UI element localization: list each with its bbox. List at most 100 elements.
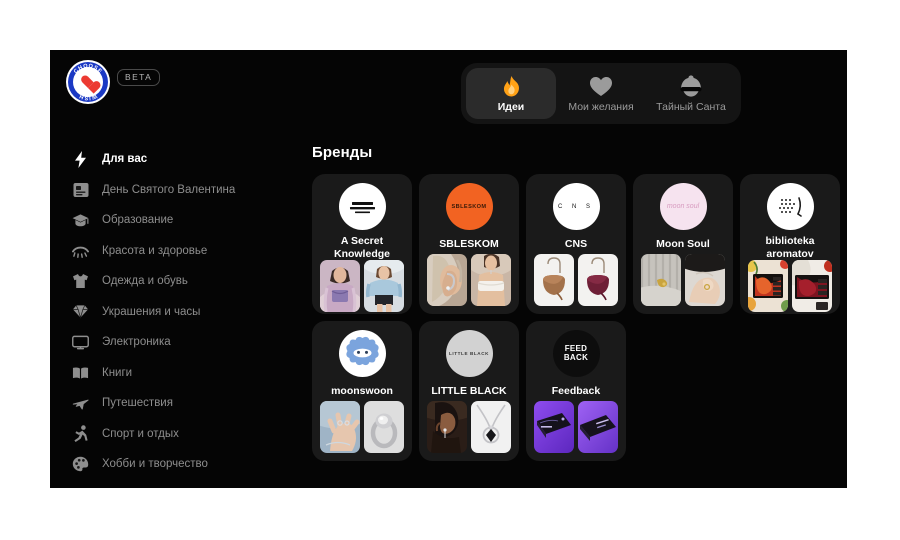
brand-logo-a-secret-knowledge bbox=[338, 183, 386, 230]
brand-name-moon-soul: Moon Soul bbox=[656, 238, 710, 251]
brand-logo-sbleskom: SBLESKOM bbox=[445, 183, 493, 230]
brand-thumbnails bbox=[320, 260, 404, 312]
sidebar-item-jewelry-watches[interactable]: Украшения и часы bbox=[64, 297, 294, 327]
brand-logo-feedback: FEED BACK bbox=[552, 330, 600, 377]
monitor-icon bbox=[72, 334, 89, 351]
sidebar-item-sports-recreation-label: Спорт и отдых bbox=[102, 427, 179, 440]
brand-logo-biblioteka-aromatov bbox=[766, 183, 814, 230]
thumbnail-perfume-flowers-collage[interactable] bbox=[748, 260, 788, 312]
brand-thumbnails bbox=[641, 254, 725, 306]
eyelash-icon bbox=[72, 242, 89, 259]
brand-card-moon-soul[interactable]: moon soul Moon Soul bbox=[633, 174, 733, 314]
sidebar-item-travel-label: Путешествия bbox=[102, 397, 173, 409]
gem-icon bbox=[72, 303, 89, 320]
brand-card-little-black[interactable]: LITTLE BLACK LITTLE BLACK bbox=[419, 321, 519, 461]
brand-thumbnails bbox=[534, 401, 618, 453]
app-window: CHOOSE WISH BETA Идеи Мои желания Тайный… bbox=[50, 50, 847, 488]
brand-logo-moonswoon bbox=[338, 330, 386, 377]
flame-icon bbox=[501, 75, 522, 98]
main-tabbar: Идеи Мои желания Тайный Санта bbox=[461, 63, 741, 124]
main-content: Бренды A Secret Knowledge SBLESKOM SBLES… bbox=[312, 144, 841, 461]
thumbnail-silver-ring[interactable] bbox=[364, 401, 404, 453]
palette-icon bbox=[72, 456, 89, 473]
brand-thumbnails bbox=[748, 260, 832, 312]
sidebar-item-electronics-label: Электроника bbox=[102, 336, 171, 348]
beta-badge: BETA bbox=[117, 69, 161, 86]
heart-logo-icon bbox=[81, 76, 96, 89]
thumbnail-ear-cuff-jewelry[interactable] bbox=[427, 254, 467, 306]
brand-card-sbleskom[interactable]: SBLESKOM SBLESKOM bbox=[419, 174, 519, 314]
brand-card-biblioteka-aromatov[interactable]: biblioteka aromatov bbox=[740, 174, 840, 314]
brand-logo-moon-soul: moon soul bbox=[659, 183, 707, 230]
brand-card-a-secret-knowledge[interactable]: A Secret Knowledge bbox=[312, 174, 412, 314]
thumbnail-hand-with-jewelry[interactable] bbox=[320, 401, 360, 453]
sidebar-item-for-you-label: Для вас bbox=[102, 153, 148, 165]
sidebar-item-travel[interactable]: Путешествия bbox=[64, 388, 294, 418]
brand-name-cns: CNS bbox=[564, 238, 588, 251]
logo-ring bbox=[68, 62, 108, 102]
thumbnail-woman-in-lilac-top[interactable] bbox=[320, 260, 360, 312]
sidebar-item-valentines-day[interactable]: День Святого Валентина bbox=[64, 175, 294, 205]
tshirt-icon bbox=[72, 273, 89, 290]
thumbnail-dark-card-purple-bg-2[interactable] bbox=[578, 401, 618, 453]
lightning-bolt-icon bbox=[72, 150, 89, 168]
thumbnail-woman-profile-earring[interactable] bbox=[427, 401, 467, 453]
brand-name-moonswoon: moonswoon bbox=[331, 385, 393, 398]
book-icon bbox=[72, 364, 89, 381]
brand-logo-text-cns: C N S bbox=[557, 203, 594, 210]
card-icon bbox=[72, 181, 89, 198]
brand-name-feedback: Feedback bbox=[551, 385, 601, 398]
brand-logo-text-feedback: FEED BACK bbox=[563, 344, 589, 362]
sidebar-item-beauty-health[interactable]: Красота и здоровье bbox=[64, 236, 294, 266]
sidebar: Для вас День Святого Валентина Образован… bbox=[64, 144, 294, 480]
tab-my-wishes[interactable]: Мои желания bbox=[556, 68, 646, 119]
sidebar-item-for-you[interactable]: Для вас bbox=[64, 144, 294, 174]
sidebar-item-clothing-shoes[interactable]: Одежда и обувь bbox=[64, 266, 294, 296]
thumbnail-hand-with-ring[interactable] bbox=[685, 254, 725, 306]
sidebar-item-hobbies-crafts[interactable]: Хобби и творчество bbox=[64, 449, 294, 479]
brand-logo-little-black: LITTLE BLACK bbox=[445, 330, 493, 377]
sidebar-item-valentines-day-label: День Святого Валентина bbox=[102, 183, 236, 196]
thumbnail-woman-in-blue-hoodie[interactable] bbox=[364, 260, 404, 312]
sidebar-item-electronics[interactable]: Электроника bbox=[64, 327, 294, 357]
thumbnail-gold-pin-on-knit[interactable] bbox=[641, 254, 681, 306]
thumbnail-brown-handbag[interactable] bbox=[534, 254, 574, 306]
brand-card-feedback[interactable]: FEED BACK Feedback bbox=[526, 321, 626, 461]
tab-ideas[interactable]: Идеи bbox=[466, 68, 556, 119]
thumbnail-perfume-red-collage[interactable] bbox=[792, 260, 832, 312]
sidebar-item-jewelry-watches-label: Украшения и часы bbox=[102, 305, 201, 318]
thumbnail-woman-in-white-top[interactable] bbox=[471, 254, 511, 306]
brand-card-cns[interactable]: C N S CNS bbox=[526, 174, 626, 314]
sidebar-item-clothing-shoes-label: Одежда и обувь bbox=[102, 275, 188, 287]
brand-name-a-secret-knowledge: A Secret Knowledge bbox=[333, 235, 390, 260]
page-title: Бренды bbox=[312, 144, 373, 161]
brand-thumbnails bbox=[427, 254, 511, 306]
tab-ideas-label: Идеи bbox=[497, 100, 525, 113]
tab-my-wishes-label: Мои желания bbox=[568, 100, 634, 113]
header: CHOOSE WISH BETA Идеи Мои желания Тайный… bbox=[50, 50, 847, 128]
runner-icon bbox=[72, 425, 89, 442]
santa-hat-icon bbox=[678, 74, 704, 98]
brand-name-biblioteka-aromatov: biblioteka aromatov bbox=[765, 235, 815, 260]
sidebar-item-hobbies-crafts-label: Хобби и творчество bbox=[102, 458, 208, 470]
app-logo[interactable]: CHOOSE WISH bbox=[66, 60, 110, 104]
brand-thumbnails bbox=[320, 401, 404, 453]
sidebar-item-books[interactable]: Книги bbox=[64, 358, 294, 388]
brand-card-moonswoon[interactable]: moonswoon bbox=[312, 321, 412, 461]
thumbnail-silver-necklace[interactable] bbox=[471, 401, 511, 453]
sidebar-item-beauty-health-label: Красота и здоровье bbox=[102, 244, 208, 257]
tab-secret-santa[interactable]: Тайный Санта bbox=[646, 68, 736, 119]
sidebar-item-sports-recreation[interactable]: Спорт и отдых bbox=[64, 419, 294, 449]
brand-logo-text-moon-soul: moon soul bbox=[666, 202, 700, 210]
sidebar-item-education-label: Образование bbox=[102, 214, 174, 226]
brand-logo-text-sbleskom: SBLESKOM bbox=[451, 203, 487, 210]
tab-secret-santa-label: Тайный Санта bbox=[656, 100, 726, 113]
brand-grid: A Secret Knowledge SBLESKOM SBLESKOM C N… bbox=[312, 174, 841, 461]
graduation-cap-icon bbox=[72, 212, 89, 229]
sidebar-item-education[interactable]: Образование bbox=[64, 205, 294, 235]
sidebar-item-books-label: Книги bbox=[102, 366, 133, 379]
brand-thumbnails bbox=[427, 401, 511, 453]
thumbnail-burgundy-handbag[interactable] bbox=[578, 254, 618, 306]
thumbnail-dark-card-purple-bg[interactable] bbox=[534, 401, 574, 453]
heart-icon bbox=[589, 75, 613, 98]
